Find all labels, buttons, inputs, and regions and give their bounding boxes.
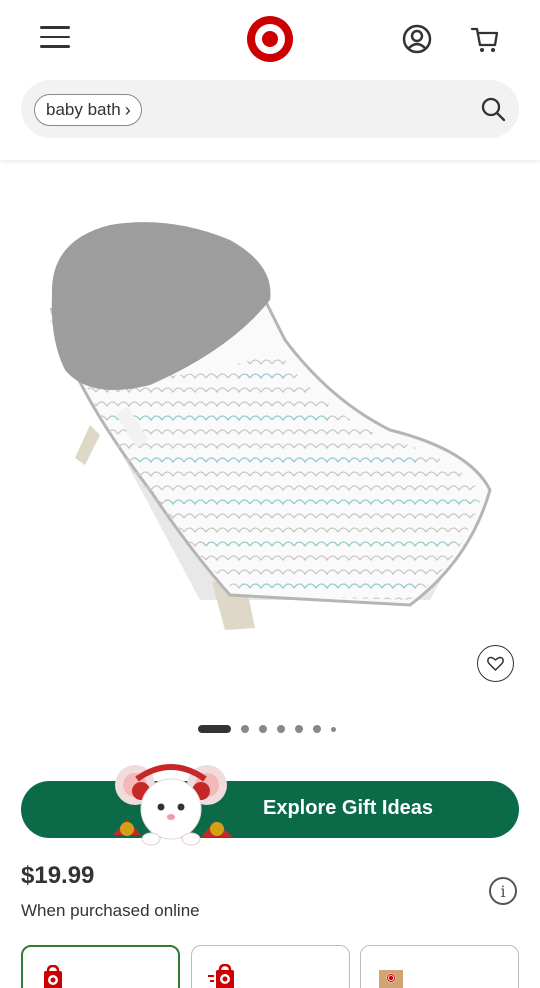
info-icon[interactable]: i bbox=[489, 877, 517, 905]
cart-icon[interactable] bbox=[469, 23, 501, 55]
fulfillment-option-pickup[interactable] bbox=[21, 945, 180, 988]
store-delivery-icon bbox=[208, 964, 234, 988]
search-query-chip[interactable]: baby bath › bbox=[34, 94, 142, 126]
gift-banner-label: Explore Gift Ideas bbox=[263, 797, 434, 819]
site-header: baby bath › bbox=[0, 0, 540, 160]
favorite-button[interactable] bbox=[477, 645, 514, 682]
carousel-dot[interactable] bbox=[313, 725, 321, 733]
product-price: $19.99 bbox=[21, 862, 95, 889]
chevron-right-icon: › bbox=[124, 100, 131, 120]
carousel-dot[interactable] bbox=[331, 726, 336, 732]
heart-icon bbox=[487, 656, 504, 671]
price-note: When purchased online bbox=[21, 901, 200, 920]
shipping-box-icon bbox=[379, 970, 403, 988]
carousel-dot-active[interactable] bbox=[198, 725, 231, 733]
explore-gift-ideas-button[interactable]: Explore Gift Ideas bbox=[21, 781, 519, 838]
fulfillment-option-delivery[interactable] bbox=[191, 945, 350, 988]
product-image[interactable] bbox=[30, 200, 510, 650]
mouse-mascot-illustration bbox=[113, 764, 233, 846]
account-icon[interactable] bbox=[401, 23, 433, 55]
carousel-dot[interactable] bbox=[277, 725, 285, 733]
store-pickup-icon bbox=[44, 965, 62, 988]
carousel-dot[interactable] bbox=[259, 725, 267, 733]
fulfillment-option-shipping[interactable] bbox=[360, 945, 519, 988]
hamburger-menu-icon bbox=[40, 26, 70, 29]
target-logo-icon[interactable] bbox=[246, 15, 294, 63]
carousel-dot[interactable] bbox=[295, 725, 303, 733]
menu-button[interactable] bbox=[40, 26, 70, 50]
search-icon[interactable] bbox=[480, 96, 506, 122]
search-bar[interactable]: baby bath › bbox=[21, 80, 519, 138]
image-carousel-dots[interactable] bbox=[198, 723, 336, 735]
carousel-dot[interactable] bbox=[241, 725, 249, 733]
search-chip-label: baby bath bbox=[46, 100, 121, 119]
